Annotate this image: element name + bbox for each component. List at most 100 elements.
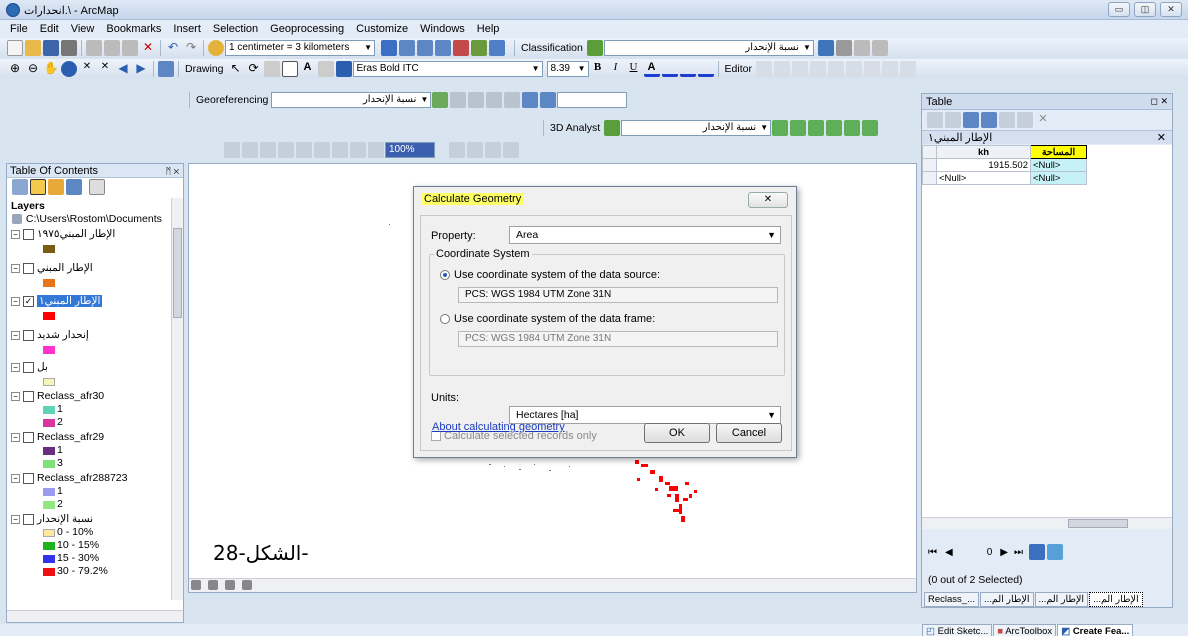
collapse-icon[interactable]: − bbox=[11, 263, 20, 273]
catalog-icon[interactable] bbox=[417, 40, 433, 56]
zoom-in-icon[interactable]: ⊕ bbox=[7, 61, 23, 77]
marker-color-icon[interactable] bbox=[697, 61, 714, 77]
edit-sketch-tab[interactable]: ◰ Edit Sketc... bbox=[922, 624, 993, 636]
arcscene-icon[interactable] bbox=[862, 120, 879, 136]
list-by-drawing-order-icon[interactable] bbox=[12, 179, 28, 195]
toc-layer-5[interactable]: − بل bbox=[11, 361, 48, 373]
3d-analyst-layer-combo[interactable]: نسبة الإنحدار ▼ bbox=[621, 120, 772, 136]
fixed-zoom-in-page-icon[interactable] bbox=[314, 142, 330, 158]
edit-tool-icon[interactable] bbox=[755, 61, 772, 77]
open-icon[interactable] bbox=[25, 40, 41, 56]
forward-icon[interactable]: ▶ bbox=[133, 61, 149, 77]
table-tab-2[interactable]: ...الإطار الم bbox=[980, 592, 1034, 607]
close-button[interactable]: ✕ bbox=[1160, 2, 1182, 17]
toggle-draft-icon[interactable] bbox=[449, 142, 465, 158]
collapse-icon[interactable]: − bbox=[11, 391, 20, 401]
toc-layer-reclass30[interactable]: − Reclass_afr30 bbox=[11, 390, 104, 402]
radio-button-selected[interactable] bbox=[440, 270, 450, 281]
delete-selected-icon[interactable]: ✕ bbox=[1035, 112, 1051, 128]
menu-selection[interactable]: Selection bbox=[207, 23, 264, 35]
current-record[interactable]: 0 bbox=[987, 547, 993, 558]
menu-edit[interactable]: Edit bbox=[34, 23, 65, 35]
toc-layer-3[interactable]: − ✓ الإطار المبني١ bbox=[11, 295, 103, 307]
pan-page-icon[interactable] bbox=[260, 142, 276, 158]
fixed-zoom-in-icon[interactable]: ✕ bbox=[79, 61, 95, 77]
show-all-records-icon[interactable] bbox=[1028, 544, 1045, 560]
font-name-combo[interactable]: Eras Bold ITC ▼ bbox=[352, 61, 543, 77]
toc-scrollbar[interactable] bbox=[171, 198, 183, 600]
layer-visibility-checkbox[interactable] bbox=[23, 329, 34, 341]
go-forward-extent-icon[interactable] bbox=[368, 142, 384, 158]
menu-bookmarks[interactable]: Bookmarks bbox=[100, 23, 167, 35]
cancel-button[interactable]: Cancel bbox=[716, 423, 782, 443]
radio-data-source[interactable]: Use coordinate system of the data source… bbox=[440, 269, 660, 281]
create-features-tab[interactable]: ◩ Create Fea... bbox=[1057, 624, 1134, 636]
menu-help[interactable]: Help bbox=[471, 23, 506, 35]
map-scale-combo[interactable]: 1 centimeter = 3 kilometers ▼ bbox=[225, 40, 375, 56]
zoom-whole-page-icon[interactable] bbox=[278, 142, 294, 158]
collapse-icon[interactable]: − bbox=[11, 514, 20, 524]
related-tables-icon[interactable] bbox=[945, 112, 961, 128]
drawing-label[interactable]: Drawing bbox=[185, 63, 224, 75]
view-link-table-icon[interactable] bbox=[522, 92, 539, 108]
row-selector[interactable] bbox=[922, 158, 937, 172]
sketch-tool-icon[interactable] bbox=[773, 61, 790, 77]
radio-button[interactable] bbox=[440, 314, 450, 325]
add-data-icon[interactable] bbox=[208, 40, 224, 56]
profile-graph-icon[interactable] bbox=[844, 120, 861, 136]
ok-button[interactable]: OK bbox=[644, 423, 710, 443]
minimize-button[interactable]: ▭ bbox=[1108, 2, 1130, 17]
print-icon[interactable] bbox=[61, 40, 77, 56]
cell-kh[interactable]: <Null> bbox=[936, 171, 1031, 185]
list-by-source-icon[interactable] bbox=[30, 179, 46, 195]
table-tab-1[interactable]: Reclass_... bbox=[924, 592, 979, 607]
table-close-icon[interactable]: ◻ ✕ bbox=[1150, 96, 1168, 107]
bold-button[interactable]: B bbox=[590, 61, 606, 77]
georeferencing-label[interactable]: Georeferencing bbox=[196, 94, 268, 106]
trace-icon[interactable] bbox=[809, 61, 826, 77]
zoom-in-page-icon[interactable] bbox=[224, 142, 240, 158]
cell-area[interactable]: <Null> bbox=[1030, 158, 1087, 172]
rotate-georef-icon[interactable] bbox=[540, 92, 557, 108]
about-calculating-geometry-link[interactable]: About calculating geometry bbox=[432, 421, 565, 433]
next-record-icon[interactable]: ▶ bbox=[1000, 547, 1008, 558]
menu-insert[interactable]: Insert bbox=[167, 23, 207, 35]
clear-selection-icon[interactable] bbox=[999, 112, 1015, 128]
layer-visibility-checkbox[interactable] bbox=[23, 361, 34, 373]
chart-icon[interactable] bbox=[853, 40, 870, 56]
table-row[interactable]: 1915.502 <Null> bbox=[922, 158, 1087, 172]
pause-drawing-icon[interactable] bbox=[242, 580, 253, 591]
table-row[interactable]: <Null> <Null> bbox=[922, 171, 1087, 185]
layer-visibility-checkbox[interactable] bbox=[23, 431, 34, 443]
attributes-icon[interactable] bbox=[881, 61, 898, 77]
georef-tool-3-icon[interactable] bbox=[468, 92, 485, 108]
toc-layer-1[interactable]: − الإطار المبني١٩٧٥ bbox=[11, 228, 115, 240]
straight-segment-icon[interactable] bbox=[791, 61, 808, 77]
sketch-properties-icon[interactable] bbox=[899, 61, 916, 77]
refresh-icon[interactable] bbox=[225, 580, 236, 591]
zoom-to-selected-records-icon[interactable] bbox=[1017, 112, 1033, 128]
toc-layer-4[interactable]: − إنحدار شديد bbox=[11, 329, 89, 341]
list-by-selection-icon[interactable] bbox=[66, 179, 82, 195]
select-features-icon[interactable] bbox=[158, 61, 174, 77]
toc-pin-close[interactable]: ᛗ ✕ bbox=[166, 164, 183, 178]
underline-button[interactable]: U bbox=[626, 61, 642, 77]
georef-tool-5-icon[interactable] bbox=[504, 92, 521, 108]
maximize-button[interactable]: ◫ bbox=[1134, 2, 1156, 17]
data-view-icon[interactable] bbox=[208, 580, 219, 591]
table-tab-4-active[interactable]: ...الإطار الم bbox=[1089, 592, 1143, 607]
collapse-icon[interactable]: − bbox=[11, 473, 20, 483]
fill-color-icon[interactable] bbox=[661, 61, 678, 77]
collapse-icon[interactable]: − bbox=[11, 432, 20, 442]
collapse-icon[interactable]: − bbox=[11, 229, 20, 239]
callout-icon[interactable] bbox=[317, 61, 334, 77]
histogram-icon[interactable] bbox=[835, 40, 852, 56]
editor-label[interactable]: Editor bbox=[725, 63, 752, 75]
menu-file[interactable]: File bbox=[4, 23, 34, 35]
table-of-contents-icon[interactable] bbox=[399, 40, 415, 56]
editor-toolbar-icon[interactable] bbox=[381, 40, 397, 56]
data-driven-pages-icon[interactable] bbox=[503, 142, 519, 158]
paste-icon[interactable] bbox=[122, 40, 138, 56]
rotate-feature-icon[interactable] bbox=[863, 61, 880, 77]
steepest-path-icon[interactable] bbox=[790, 120, 807, 136]
